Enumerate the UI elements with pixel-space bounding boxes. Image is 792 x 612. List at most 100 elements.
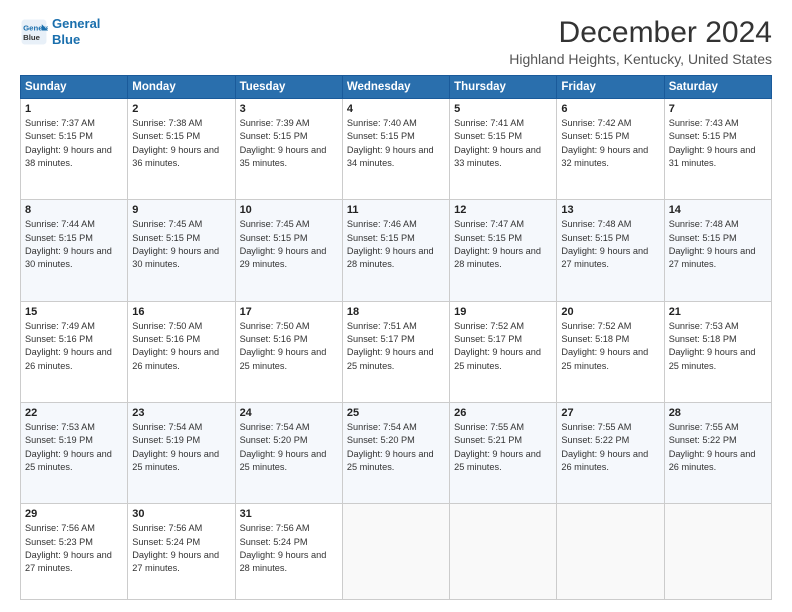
day-number: 31 xyxy=(240,508,338,520)
calendar-cell: 23 Sunrise: 7:54 AMSunset: 5:19 PMDayligh… xyxy=(128,403,235,504)
svg-text:Blue: Blue xyxy=(23,32,41,41)
day-info: Sunrise: 7:50 AMSunset: 5:16 PMDaylight:… xyxy=(132,320,230,373)
calendar-cell: 15 Sunrise: 7:49 AMSunset: 5:16 PMDayligh… xyxy=(21,301,128,402)
day-info: Sunrise: 7:48 AMSunset: 5:15 PMDaylight:… xyxy=(561,218,659,271)
day-number: 10 xyxy=(240,204,338,216)
day-number: 24 xyxy=(240,407,338,419)
calendar-cell: 26Sunrise: 7:55 AMSunset: 5:21 PMDayligh… xyxy=(450,403,557,504)
calendar-cell xyxy=(664,504,771,600)
day-number: 15 xyxy=(25,306,123,318)
calendar-cell: 1Sunrise: 7:37 AMSunset: 5:15 PMDaylight… xyxy=(21,99,128,200)
calendar-cell: 10 Sunrise: 7:45 AMSunset: 5:15 PMDayligh… xyxy=(235,200,342,301)
calendar-cell: 20Sunrise: 7:52 AMSunset: 5:18 PMDayligh… xyxy=(557,301,664,402)
calendar-cell: 29 Sunrise: 7:56 AMSunset: 5:23 PMDayligh… xyxy=(21,504,128,600)
calendar-cell: 7Sunrise: 7:43 AMSunset: 5:15 PMDaylight… xyxy=(664,99,771,200)
day-info: Sunrise: 7:55 AMSunset: 5:22 PMDaylight:… xyxy=(561,421,659,474)
calendar-cell: 25Sunrise: 7:54 AMSunset: 5:20 PMDayligh… xyxy=(342,403,449,504)
day-info: Sunrise: 7:48 AMSunset: 5:15 PMDaylight:… xyxy=(669,218,767,271)
day-number: 9 xyxy=(132,204,230,216)
weekday-header-sunday: Sunday xyxy=(21,76,128,99)
day-number: 22 xyxy=(25,407,123,419)
calendar-cell: 5 Sunrise: 7:41 AMSunset: 5:15 PMDaylight… xyxy=(450,99,557,200)
calendar-cell: 24 Sunrise: 7:54 AMSunset: 5:20 PMDayligh… xyxy=(235,403,342,504)
calendar-cell: 18 Sunrise: 7:51 AMSunset: 5:17 PMDayligh… xyxy=(342,301,449,402)
calendar-cell xyxy=(342,504,449,600)
title-block: December 2024 Highland Heights, Kentucky… xyxy=(509,16,772,67)
subtitle: Highland Heights, Kentucky, United State… xyxy=(509,51,772,67)
day-info: Sunrise: 7:44 AMSunset: 5:15 PMDaylight:… xyxy=(25,218,123,271)
weekday-header-monday: Monday xyxy=(128,76,235,99)
day-number: 21 xyxy=(669,306,767,318)
calendar-cell xyxy=(450,504,557,600)
calendar-cell: 14 Sunrise: 7:48 AMSunset: 5:15 PMDayligh… xyxy=(664,200,771,301)
calendar-cell: 27 Sunrise: 7:55 AMSunset: 5:22 PMDayligh… xyxy=(557,403,664,504)
day-info: Sunrise: 7:54 AMSunset: 5:20 PMDaylight:… xyxy=(347,421,445,474)
day-info: Sunrise: 7:46 AMSunset: 5:15 PMDaylight:… xyxy=(347,218,445,271)
calendar-cell: 19 Sunrise: 7:52 AMSunset: 5:17 PMDayligh… xyxy=(450,301,557,402)
logo-text: General Blue xyxy=(52,16,100,47)
day-number: 2 xyxy=(132,103,230,115)
day-info: Sunrise: 7:54 AMSunset: 5:20 PMDaylight:… xyxy=(240,421,338,474)
day-info: Sunrise: 7:49 AMSunset: 5:16 PMDaylight:… xyxy=(25,320,123,373)
day-number: 27 xyxy=(561,407,659,419)
day-info: Sunrise: 7:47 AMSunset: 5:15 PMDaylight:… xyxy=(454,218,552,271)
day-number: 11 xyxy=(347,204,445,216)
main-title: December 2024 xyxy=(509,16,772,49)
day-number: 23 xyxy=(132,407,230,419)
page: General Blue General Blue December 2024 … xyxy=(0,0,792,612)
calendar-cell: 2 Sunrise: 7:38 AMSunset: 5:15 PMDaylight… xyxy=(128,99,235,200)
day-number: 19 xyxy=(454,306,552,318)
day-info: Sunrise: 7:39 AMSunset: 5:15 PMDaylight:… xyxy=(240,117,338,170)
day-number: 6 xyxy=(561,103,659,115)
day-info: Sunrise: 7:41 AMSunset: 5:15 PMDaylight:… xyxy=(454,117,552,170)
calendar-cell: 6 Sunrise: 7:42 AMSunset: 5:15 PMDaylight… xyxy=(557,99,664,200)
day-number: 20 xyxy=(561,306,659,318)
weekday-header-thursday: Thursday xyxy=(450,76,557,99)
calendar-cell: 3 Sunrise: 7:39 AMSunset: 5:15 PMDaylight… xyxy=(235,99,342,200)
calendar-table: SundayMondayTuesdayWednesdayThursdayFrid… xyxy=(20,75,772,600)
calendar-header-row: SundayMondayTuesdayWednesdayThursdayFrid… xyxy=(21,76,772,99)
day-info: Sunrise: 7:51 AMSunset: 5:17 PMDaylight:… xyxy=(347,320,445,373)
day-info: Sunrise: 7:45 AMSunset: 5:15 PMDaylight:… xyxy=(132,218,230,271)
day-number: 5 xyxy=(454,103,552,115)
day-number: 18 xyxy=(347,306,445,318)
calendar-cell xyxy=(557,504,664,600)
logo: General Blue General Blue xyxy=(20,16,100,47)
day-info: Sunrise: 7:52 AMSunset: 5:17 PMDaylight:… xyxy=(454,320,552,373)
day-number: 7 xyxy=(669,103,767,115)
day-number: 14 xyxy=(669,204,767,216)
weekday-header-saturday: Saturday xyxy=(664,76,771,99)
weekday-header-tuesday: Tuesday xyxy=(235,76,342,99)
day-info: Sunrise: 7:56 AMSunset: 5:24 PMDaylight:… xyxy=(132,522,230,575)
day-number: 16 xyxy=(132,306,230,318)
weekday-header-friday: Friday xyxy=(557,76,664,99)
day-info: Sunrise: 7:56 AMSunset: 5:24 PMDaylight:… xyxy=(240,522,338,575)
calendar-cell: 28Sunrise: 7:55 AMSunset: 5:22 PMDayligh… xyxy=(664,403,771,504)
day-info: Sunrise: 7:53 AMSunset: 5:19 PMDaylight:… xyxy=(25,421,123,474)
calendar-cell: 17Sunrise: 7:50 AMSunset: 5:16 PMDayligh… xyxy=(235,301,342,402)
day-info: Sunrise: 7:55 AMSunset: 5:22 PMDaylight:… xyxy=(669,421,767,474)
calendar-cell: 12 Sunrise: 7:47 AMSunset: 5:15 PMDayligh… xyxy=(450,200,557,301)
calendar-cell: 22 Sunrise: 7:53 AMSunset: 5:19 PMDayligh… xyxy=(21,403,128,504)
day-info: Sunrise: 7:38 AMSunset: 5:15 PMDaylight:… xyxy=(132,117,230,170)
day-number: 3 xyxy=(240,103,338,115)
day-info: Sunrise: 7:54 AMSunset: 5:19 PMDaylight:… xyxy=(132,421,230,474)
weekday-header-wednesday: Wednesday xyxy=(342,76,449,99)
day-number: 29 xyxy=(25,508,123,520)
calendar-cell: 16 Sunrise: 7:50 AMSunset: 5:16 PMDayligh… xyxy=(128,301,235,402)
day-info: Sunrise: 7:40 AMSunset: 5:15 PMDaylight:… xyxy=(347,117,445,170)
calendar-cell: 31 Sunrise: 7:56 AMSunset: 5:24 PMDayligh… xyxy=(235,504,342,600)
day-number: 26 xyxy=(454,407,552,419)
day-info: Sunrise: 7:56 AMSunset: 5:23 PMDaylight:… xyxy=(25,522,123,575)
day-info: Sunrise: 7:53 AMSunset: 5:18 PMDaylight:… xyxy=(669,320,767,373)
day-number: 1 xyxy=(25,103,123,115)
day-info: Sunrise: 7:50 AMSunset: 5:16 PMDaylight:… xyxy=(240,320,338,373)
day-number: 12 xyxy=(454,204,552,216)
calendar-cell: 9 Sunrise: 7:45 AMSunset: 5:15 PMDaylight… xyxy=(128,200,235,301)
logo-icon: General Blue xyxy=(20,18,48,46)
day-number: 13 xyxy=(561,204,659,216)
day-number: 8 xyxy=(25,204,123,216)
day-number: 30 xyxy=(132,508,230,520)
day-info: Sunrise: 7:45 AMSunset: 5:15 PMDaylight:… xyxy=(240,218,338,271)
day-info: Sunrise: 7:42 AMSunset: 5:15 PMDaylight:… xyxy=(561,117,659,170)
